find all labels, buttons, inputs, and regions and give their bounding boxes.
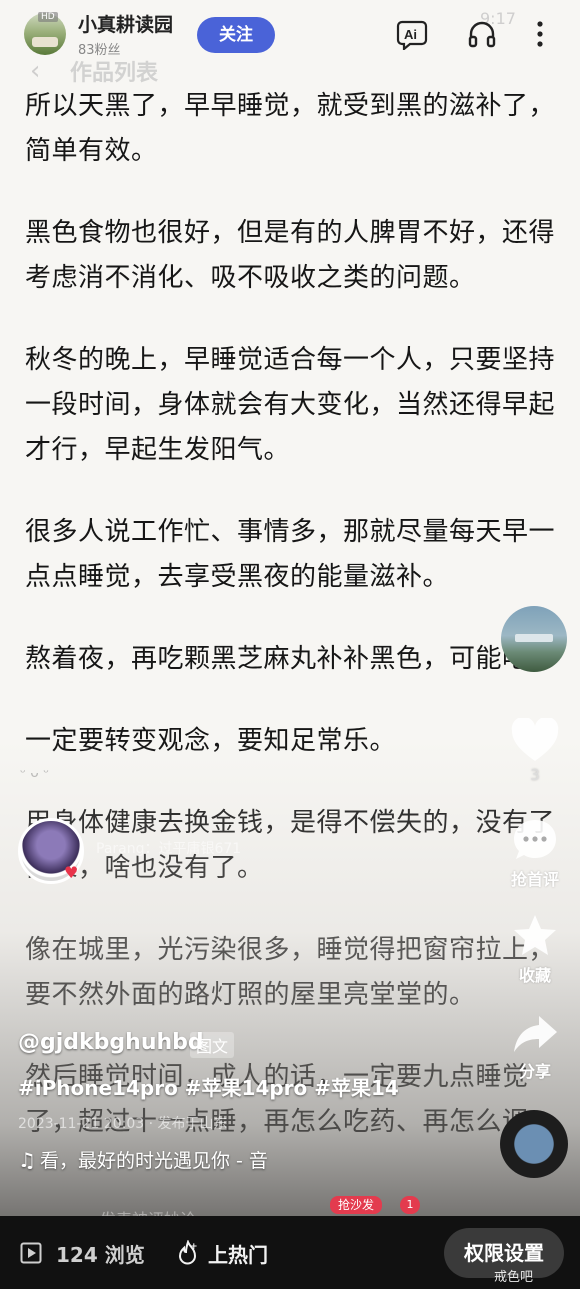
article-body: 所以天黑了，早早睡觉，就受到黑的滋补了，简单有效。 黑色食物也很好，但是有的人脾…	[25, 84, 560, 1182]
hashtags[interactable]: #iPhone14pro #苹果14pro #苹果14	[18, 1072, 399, 1101]
headphone-icon[interactable]	[466, 18, 498, 50]
music-title[interactable]: ♫ 看，最好的时光遇见你 - 音	[18, 1146, 268, 1173]
comment-bubble-icon	[514, 820, 556, 859]
back-arrow-icon[interactable]: ‹	[30, 56, 40, 86]
notification-badge: 1	[400, 1196, 420, 1214]
boost-hot-button[interactable]: + 上热门	[176, 1238, 268, 1268]
like-button[interactable]: 3	[505, 718, 565, 784]
more-vertical-icon[interactable]	[524, 18, 556, 50]
related-video-thumbnail[interactable]	[501, 606, 567, 672]
grab-sofa-badge: 抢沙发	[330, 1196, 383, 1214]
svg-text:+: +	[190, 1242, 198, 1252]
article-paragraph: 像在城里，光污染很多，睡觉得把窗帘拉上，要不然外面的路灯照的屋里亮堂堂的。	[25, 935, 556, 1010]
article-paragraph: 很多人说工作忙、事情多，那就尽量每天早一点点睡觉，去享受黑夜的能量滋补。	[25, 517, 556, 592]
favorite-label: 收藏	[518, 966, 551, 985]
music-disc-icon[interactable]	[500, 1110, 568, 1178]
like-count: 3	[530, 766, 540, 784]
danmaku-username: Parang：过平庸银671	[96, 841, 242, 857]
ghost-page-title: 作品列表	[70, 61, 159, 86]
star-icon	[514, 915, 556, 955]
article-paragraph: 所以天黑了，早早睡觉，就受到黑的滋补了，简单有效。	[25, 91, 556, 166]
share-label: 分享	[518, 1062, 551, 1081]
music-note-icon: ♫	[18, 1148, 36, 1172]
emoji-icon: ᵕ ᴗ ᵕ	[20, 765, 50, 781]
flame-icon: +	[178, 1240, 198, 1265]
publish-date: 2023-11-21 20:03 · 发布于山东	[18, 1116, 228, 1132]
share-arrow-icon	[514, 1016, 557, 1052]
comment-label: 抢首评	[510, 870, 559, 889]
favorite-button[interactable]: 收藏	[505, 912, 565, 986]
music-title-text: 看，最好的时光遇见你 - 音	[39, 1150, 268, 1172]
article-paragraph: 熬着夜，再吃颗黑芝麻丸补补黑色，可能吧。	[25, 644, 556, 674]
content-type-tag: 图文	[190, 1032, 235, 1058]
heart-icon: ♥	[64, 863, 79, 882]
site-watermark: 戒色吧	[494, 1270, 534, 1285]
ai-read-icon[interactable]: Ai	[396, 18, 428, 52]
article-paragraph: 黑色食物也很好，但是有的人脾胃不好，还得考虑消不消化、吸不吸收之类的问题。	[25, 218, 556, 293]
share-button[interactable]: 分享	[505, 1012, 565, 1082]
article-paragraph: 秋冬的晚上，早睡觉适合每一个人，只要坚持一段时间，身体就会有大变化，当然还得早起…	[25, 345, 556, 465]
svg-text:Ai: Ai	[404, 27, 417, 42]
views-text: 124 浏览	[56, 1242, 145, 1267]
hd-badge: HD	[38, 12, 58, 22]
creator-handle[interactable]: @gjdkbghuhbd	[18, 1030, 204, 1055]
follow-button[interactable]: 关注	[197, 17, 275, 53]
heart-like-icon	[511, 718, 559, 761]
article-paragraph: 一定要转变观念，要知足常乐。	[25, 726, 397, 756]
play-square-icon	[20, 1242, 42, 1264]
fans-count: 83粉丝	[78, 43, 121, 58]
comment-button[interactable]: 抢首评	[505, 816, 565, 890]
top-header: ‹ 作品列表 9:17 HD 小真耕读园 83粉丝 关注 Ai	[0, 0, 580, 86]
bottom-action-bar: 124 浏览 + 上热门 权限设置	[0, 1216, 580, 1289]
views-count: 124 浏览	[20, 1238, 145, 1268]
boost-hot-label: 上热门	[208, 1242, 268, 1267]
author-name[interactable]: 小真耕读园	[78, 10, 173, 37]
